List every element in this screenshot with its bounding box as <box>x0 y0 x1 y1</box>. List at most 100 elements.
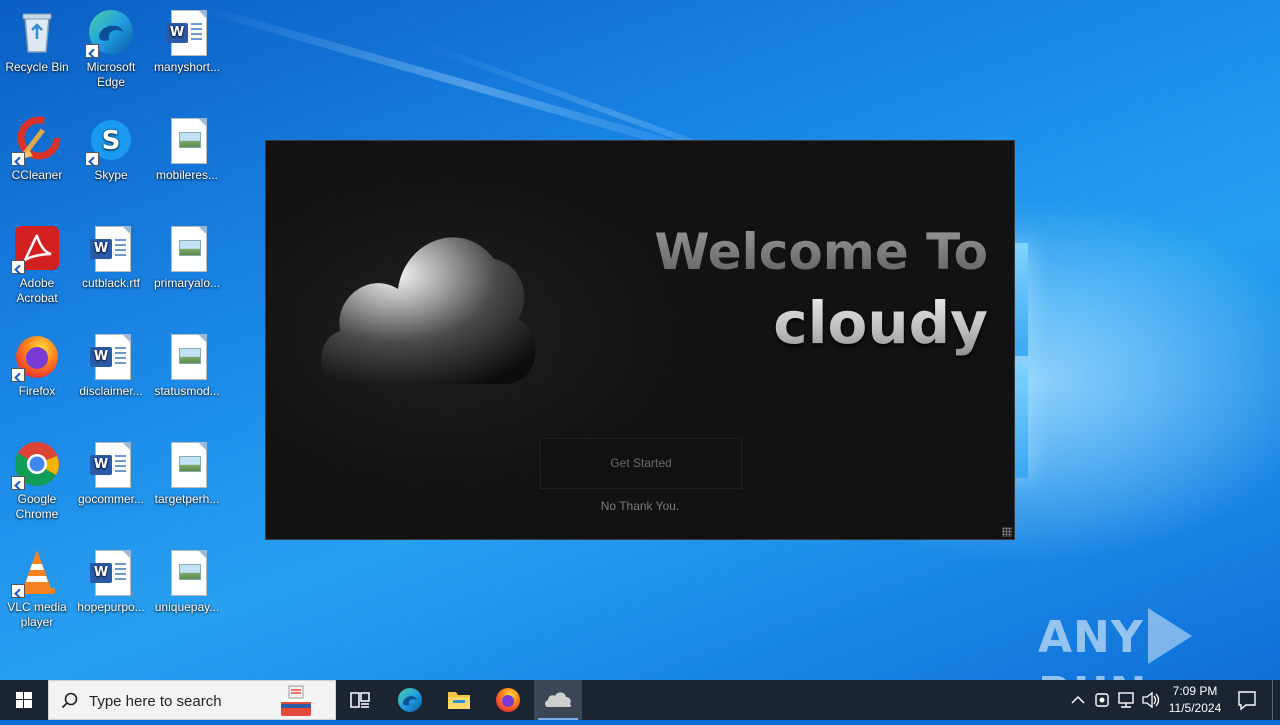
desktop-icon-label: Skype <box>94 168 128 182</box>
show-desktop-button[interactable] <box>1272 680 1280 720</box>
desktop-icon-word-doc[interactable]: W disclaimer... <box>73 332 149 399</box>
task-view-button[interactable] <box>336 680 384 720</box>
desktop-icon-image-file[interactable]: targetperh... <box>149 440 225 507</box>
no-thank-you-link[interactable]: No Thank You. <box>540 499 740 513</box>
shortcut-arrow-icon <box>11 368 25 382</box>
chevron-up-icon <box>1071 695 1085 704</box>
brand-title: cloudy <box>773 289 988 357</box>
desktop-icon-label: Adobe Acrobat <box>16 276 58 305</box>
desktop-icon-label: Firefox <box>18 384 56 398</box>
windows-start-icon <box>16 692 32 708</box>
desktop-icon-skype[interactable]: S Skype <box>73 116 149 183</box>
desktop-icon-firefox[interactable]: Firefox <box>0 332 75 399</box>
taskbar-file-explorer-button[interactable] <box>435 680 483 720</box>
word-document-icon: W <box>87 440 135 488</box>
desktop-icon-label: uniquepay... <box>154 600 220 614</box>
play-triangle-icon <box>1147 608 1192 664</box>
notification-icon <box>1238 691 1256 711</box>
shortcut-arrow-icon <box>85 152 99 166</box>
desktop-icon-image-file[interactable]: mobileres... <box>149 116 225 183</box>
desktop-icon-ccleaner[interactable]: CCleaner <box>0 116 75 183</box>
task-view-icon <box>350 692 370 708</box>
watermark-text-left: ANY <box>1038 612 1144 663</box>
skype-icon: S <box>85 116 135 166</box>
file-explorer-icon <box>448 692 470 709</box>
taskbar-search-box[interactable]: Type here to search <box>48 680 336 720</box>
taskbar-clock[interactable]: 7:09 PM 11/5/2024 <box>1162 683 1228 717</box>
clock-date: 11/5/2024 <box>1168 701 1222 715</box>
image-file-icon <box>163 332 211 380</box>
network-button[interactable] <box>1116 680 1138 720</box>
desktop-icon-adobe-acrobat[interactable]: Adobe Acrobat <box>0 224 75 306</box>
volume-button[interactable] <box>1140 680 1162 720</box>
desktop-icon-label: gocommer... <box>77 492 145 506</box>
anyrun-watermark: ANY RUN <box>1038 608 1280 680</box>
image-file-icon <box>163 224 211 272</box>
desktop-icon-word-doc[interactable]: W hopepurpo... <box>73 548 149 615</box>
resize-grip-icon[interactable] <box>1002 527 1012 537</box>
start-button[interactable] <box>0 680 48 720</box>
search-highlight-icon <box>281 685 311 716</box>
search-icon <box>61 692 78 709</box>
shortcut-arrow-icon <box>11 584 25 598</box>
desktop-icon-word-doc[interactable]: W gocommer... <box>73 440 149 507</box>
desktop-icon-label: Recycle Bin <box>5 60 69 74</box>
desktop-icon-microsoft-edge[interactable]: Microsoft Edge <box>73 8 149 90</box>
word-document-icon: W <box>163 8 211 56</box>
word-document-icon: W <box>87 548 135 596</box>
adobe-acrobat-icon <box>11 224 61 274</box>
desktop-icon-image-file[interactable]: statusmod... <box>149 332 225 399</box>
volume-icon <box>1142 691 1160 709</box>
desktop: Recycle Bin CCleaner Adobe Acrobat Firef… <box>0 0 1280 680</box>
shortcut-arrow-icon <box>11 476 25 490</box>
desktop-icon-google-chrome[interactable]: Google Chrome <box>0 440 75 522</box>
shortcut-arrow-icon <box>11 152 25 166</box>
edge-icon <box>398 688 422 712</box>
desktop-icon-label: Google Chrome <box>15 492 59 521</box>
desktop-icon-image-file[interactable]: primaryalo... <box>149 224 225 291</box>
image-file-icon <box>163 116 211 164</box>
firefox-icon <box>496 688 520 712</box>
shortcut-arrow-icon <box>85 44 99 58</box>
watermark-text-right: RUN <box>1038 668 1147 680</box>
taskbar-cloudy-app-button[interactable] <box>534 680 582 720</box>
search-placeholder: Type here to search <box>89 693 222 710</box>
taskbar-firefox-button[interactable] <box>484 680 532 720</box>
desktop-icon-label: mobileres... <box>155 168 219 182</box>
image-file-icon <box>163 440 211 488</box>
desktop-icon-label: disclaimer... <box>79 384 143 398</box>
desktop-icon-word-doc[interactable]: W cutblack.rtf <box>73 224 149 291</box>
desktop-icon-label: CCleaner <box>11 168 63 182</box>
desktop-icon-label: primaryalo... <box>153 276 221 290</box>
shortcut-arrow-icon <box>11 260 25 274</box>
action-center-button[interactable] <box>1232 680 1262 720</box>
recycle-bin-icon <box>13 8 61 56</box>
desktop-icon-label: statusmod... <box>154 384 220 398</box>
desktop-icon-image-file[interactable]: uniquepay... <box>149 548 225 615</box>
svg-text:S: S <box>102 126 121 156</box>
google-chrome-icon <box>11 440 61 490</box>
clock-time: 7:09 PM <box>1172 684 1218 698</box>
tray-overflow-button[interactable] <box>1068 680 1088 720</box>
cloudy-welcome-window: Welcome To cloudy Get Started No Thank Y… <box>265 140 1015 540</box>
edge-icon <box>85 8 135 58</box>
word-document-icon: W <box>87 332 135 380</box>
desktop-icon-label: manyshort... <box>153 60 221 74</box>
ccleaner-icon <box>11 116 61 166</box>
desktop-icon-label: cutblack.rtf <box>81 276 141 290</box>
desktop-icon-word-doc[interactable]: W manyshort... <box>149 8 225 75</box>
taskbar-edge-button[interactable] <box>386 680 434 720</box>
desktop-icon-label: VLC media player <box>7 600 67 629</box>
cloudy-app-icon <box>545 692 572 707</box>
desktop-icon-vlc[interactable]: VLC media player <box>0 548 75 630</box>
firefox-icon <box>11 332 61 382</box>
taskbar: Type here to search 7:09 PM 11/5/2024 <box>0 680 1280 720</box>
welcome-heading: Welcome To <box>654 223 988 281</box>
desktop-icon-label: hopepurpo... <box>77 600 145 614</box>
wallpaper-logo-pane <box>1015 364 1028 478</box>
word-document-icon: W <box>87 224 135 272</box>
meet-now-button[interactable] <box>1092 680 1114 720</box>
get-started-button[interactable]: Get Started <box>540 438 742 489</box>
desktop-icon-label: Microsoft Edge <box>86 60 136 89</box>
desktop-icon-recycle-bin[interactable]: Recycle Bin <box>0 8 75 75</box>
